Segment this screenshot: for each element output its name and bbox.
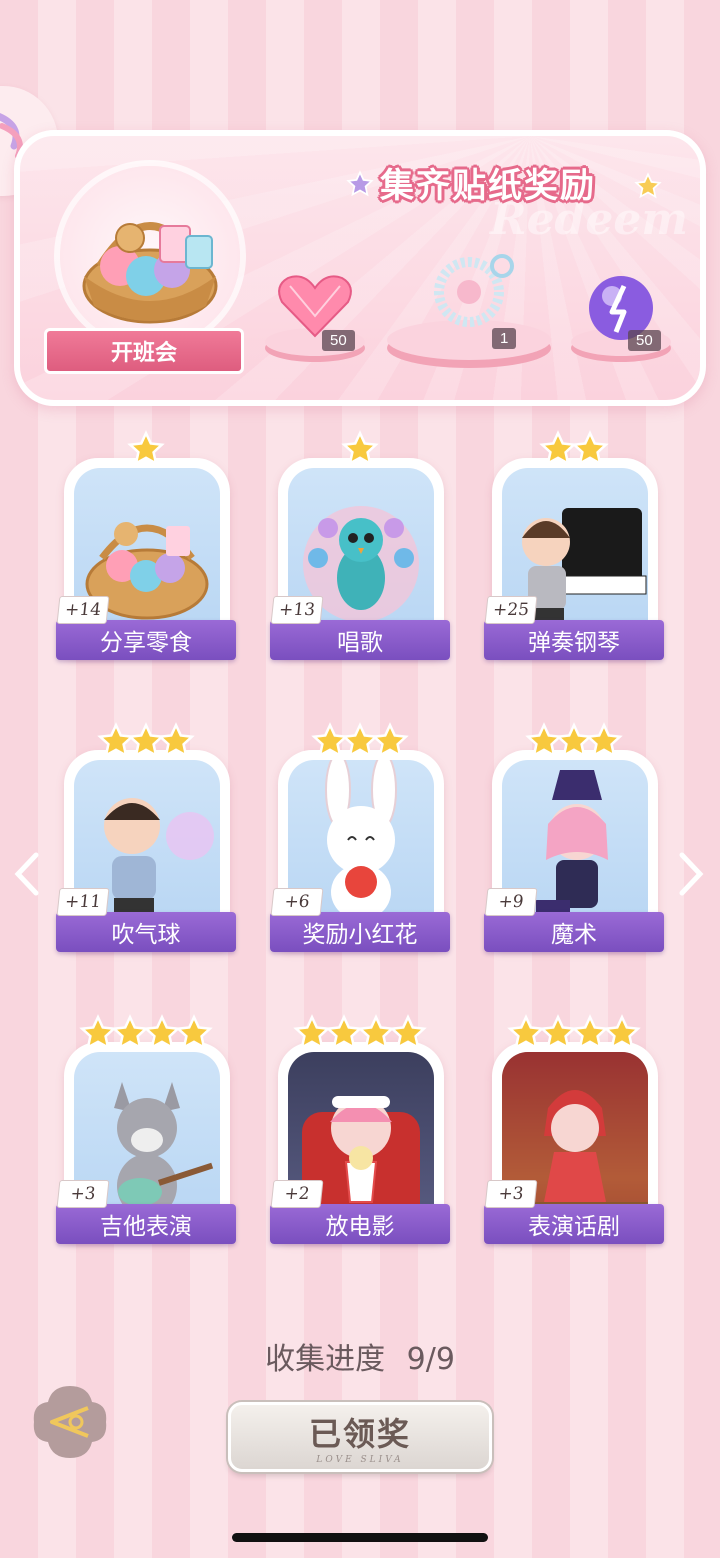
- sticker-card[interactable]: 吹气球 +11: [56, 722, 236, 964]
- claimed-button-label: 已领奖: [308, 1415, 411, 1453]
- sticker-card[interactable]: 分享零食 +14: [56, 430, 236, 672]
- chevron-left-icon: [14, 852, 39, 896]
- gold-star-icon: [127, 430, 165, 466]
- prev-page-arrow[interactable]: [8, 846, 44, 902]
- gold-star-icon: [585, 722, 623, 758]
- points-badge: +3: [56, 1180, 110, 1208]
- star-rating: [484, 722, 664, 762]
- reward-banner: Redeem 集齐贴纸奖励 开班会 50 1 50: [14, 130, 706, 406]
- card-label: 表演话剧: [484, 1204, 664, 1244]
- sticker-card[interactable]: 唱歌 +13: [270, 430, 450, 672]
- card-label: 分享零食: [56, 620, 236, 660]
- reward-count: 50: [322, 330, 355, 351]
- points-badge: +25: [484, 596, 538, 624]
- snack-basket-icon: [82, 222, 218, 324]
- points-badge: +11: [56, 888, 110, 916]
- progress-label: 收集进度: [265, 1342, 386, 1377]
- back-arrow-icon: [33, 1386, 107, 1458]
- gold-star-icon: [603, 1014, 641, 1050]
- next-page-arrow[interactable]: [674, 846, 710, 902]
- sticker-card[interactable]: 弹奏钢琴 +25: [484, 430, 664, 672]
- points-badge: +13: [270, 596, 324, 624]
- gold-star-icon: [571, 430, 609, 466]
- progress-value: 9/9: [406, 1342, 455, 1377]
- back-button[interactable]: [30, 1382, 110, 1462]
- gold-star-icon: [175, 1014, 213, 1050]
- card-label: 奖励小红花: [270, 912, 450, 952]
- card-label: 吹气球: [56, 912, 236, 952]
- star-rating: [484, 430, 664, 470]
- purple-energy-orb-icon: [571, 276, 671, 362]
- star-rating: [270, 430, 450, 470]
- star-rating: [484, 1014, 664, 1054]
- claimed-button[interactable]: 已领奖 LOVE SLIVA: [228, 1402, 492, 1472]
- collection-progress: 收集进度 9/9: [0, 1334, 720, 1378]
- gold-star-icon: [341, 430, 379, 466]
- sticker-card[interactable]: 魔术 +9: [484, 722, 664, 964]
- claimed-button-sub: LOVE SLIVA: [316, 1455, 404, 1465]
- reward-pedestal: 50: [566, 256, 676, 376]
- star-rating: [56, 1014, 236, 1054]
- pink-heart-gem-icon: [265, 275, 365, 362]
- event-ribbon: 开班会: [44, 328, 244, 374]
- gold-star-icon: [634, 172, 662, 199]
- sticker-card[interactable]: 表演话剧 +3: [484, 1014, 664, 1256]
- star-rating: [56, 430, 236, 470]
- points-badge: +3: [484, 1180, 538, 1208]
- gold-star-icon: [371, 722, 409, 758]
- banner-title: 集齐贴纸奖励: [380, 166, 596, 206]
- points-badge: +2: [270, 1180, 324, 1208]
- card-label: 唱歌: [270, 620, 450, 660]
- points-badge: +9: [484, 888, 538, 916]
- pearl-bracelet-icon: [387, 254, 551, 368]
- reward-pedestal: 50: [260, 256, 370, 376]
- star-rating: [270, 1014, 450, 1054]
- event-icon-circle: [60, 166, 240, 346]
- gold-star-icon: [157, 722, 195, 758]
- card-label: 放电影: [270, 1204, 450, 1244]
- star-rating: [56, 722, 236, 762]
- chevron-right-icon: [679, 852, 704, 896]
- reward-count: 50: [628, 330, 661, 351]
- reward-pedestal: 1: [384, 236, 554, 376]
- star-rating: [270, 722, 450, 762]
- purple-star-icon: [346, 170, 374, 197]
- sticker-card[interactable]: 吉他表演 +3: [56, 1014, 236, 1256]
- card-label: 吉他表演: [56, 1204, 236, 1244]
- points-badge: +14: [56, 596, 110, 624]
- sticker-card[interactable]: 奖励小红花 +6: [270, 722, 450, 964]
- gold-star-icon: [389, 1014, 427, 1050]
- card-label: 弹奏钢琴: [484, 620, 664, 660]
- home-indicator[interactable]: [232, 1533, 488, 1542]
- points-badge: +6: [270, 888, 324, 916]
- card-label: 魔术: [484, 912, 664, 952]
- reward-count: 1: [492, 328, 517, 349]
- sticker-card[interactable]: 放电影 +2: [270, 1014, 450, 1256]
